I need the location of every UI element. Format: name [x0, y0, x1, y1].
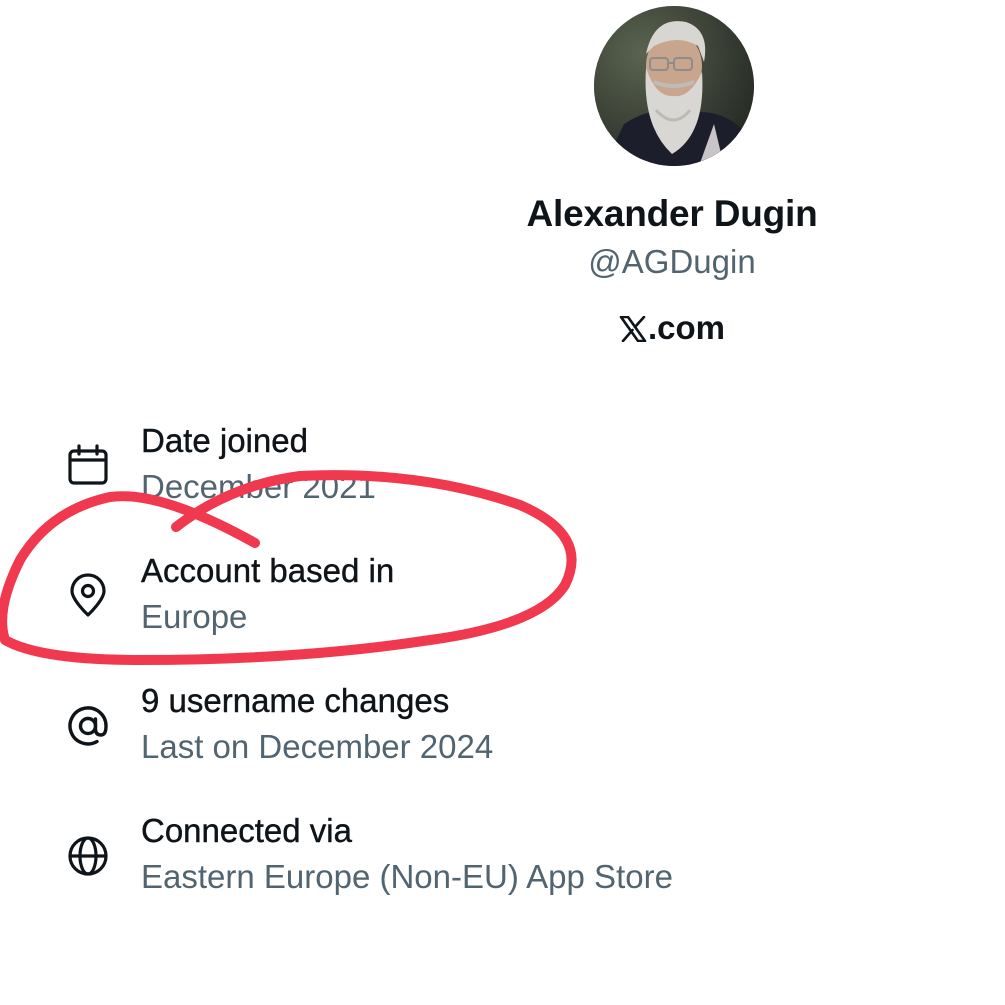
- calendar-icon: [64, 442, 112, 490]
- detail-row-date-joined: Date joined December 2021: [0, 420, 900, 530]
- detail-value: December 2021: [141, 468, 376, 505]
- detail-title: Account based in: [141, 552, 395, 589]
- detail-row-connected-via: Connected via Eastern Europe (Non-EU) Ap…: [0, 810, 900, 920]
- detail-value: Europe: [141, 598, 248, 635]
- detail-title: Date joined: [141, 422, 308, 459]
- account-details-list: Date joined December 2021 Account based …: [0, 0, 1005, 1005]
- location-pin-icon: [64, 572, 112, 620]
- detail-value: Eastern Europe (Non-EU) App Store: [141, 858, 673, 895]
- detail-value: Last on December 2024: [141, 728, 494, 765]
- detail-row-account-location: Account based in Europe: [0, 550, 900, 660]
- globe-icon: [64, 832, 112, 880]
- detail-row-username-changes: 9 username changes Last on December 2024: [0, 680, 900, 790]
- detail-title: Connected via: [141, 812, 352, 849]
- detail-title: 9 username changes: [141, 682, 450, 719]
- at-sign-icon: [64, 702, 112, 750]
